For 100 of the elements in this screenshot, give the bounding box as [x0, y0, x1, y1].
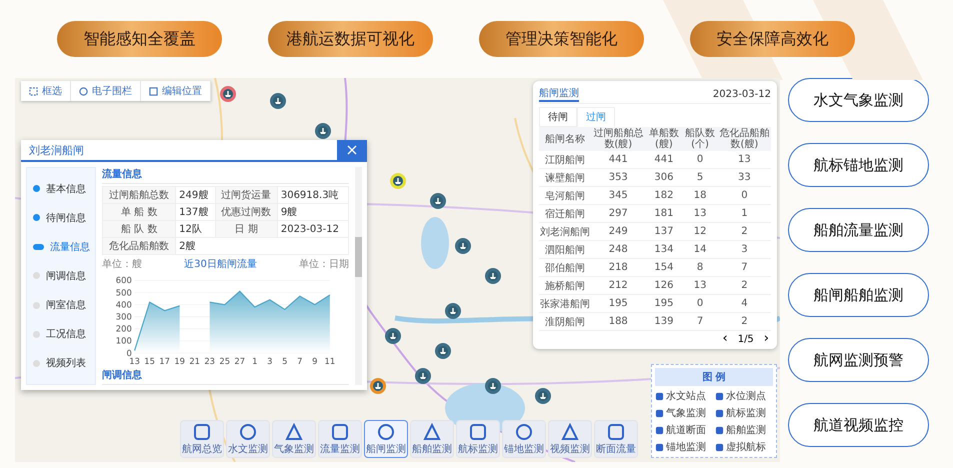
x-axis-label: 15: [144, 356, 155, 366]
map-marker-icon[interactable]: [455, 238, 471, 254]
table-cell: 353: [591, 168, 646, 186]
map-tool-button[interactable]: 框选: [21, 81, 71, 101]
table-cell: 7: [682, 312, 718, 330]
layer-button[interactable]: 断面流量: [594, 420, 638, 458]
map-marker-icon[interactable]: [485, 268, 501, 284]
panel-tab[interactable]: 船闸监测: [539, 86, 579, 102]
table-cell: 181: [646, 204, 682, 222]
step-item[interactable]: 闸调信息: [46, 268, 86, 283]
x-axis-label: 13: [129, 356, 140, 366]
table-cell: 441: [646, 151, 682, 168]
y-axis-label: 400: [116, 299, 132, 310]
scrollbar[interactable]: [355, 167, 362, 385]
panel-date: 2023-03-12: [712, 88, 771, 100]
table-cell: 3: [718, 240, 771, 258]
module-button[interactable]: 船舶流量监测: [788, 208, 929, 252]
map-marker-icon[interactable]: [445, 303, 461, 319]
layer-button[interactable]: 水文监测: [226, 420, 270, 458]
x-axis-label: 23: [204, 356, 216, 366]
table-cell: 泗阳船闸: [539, 240, 591, 258]
layer-button[interactable]: 航标监测: [456, 420, 500, 458]
x-axis-label: 27: [234, 356, 246, 366]
table-cell: 刘老涧船闸: [539, 222, 591, 240]
map-marker-icon[interactable]: [315, 123, 331, 139]
step-item[interactable]: 视频列表: [46, 356, 86, 370]
table-cell: 195: [591, 294, 646, 312]
unit-label: 单位：日期: [298, 258, 349, 271]
unit-label: 单位：艘: [102, 258, 142, 271]
tool-icon: [29, 86, 38, 96]
prev-page-button[interactable]: ‹: [720, 333, 730, 345]
map-marker-icon[interactable]: [390, 173, 406, 189]
layer-button[interactable]: 锚地监测: [502, 420, 546, 458]
module-button[interactable]: 船闸船舶监测: [788, 273, 929, 317]
info-label: 过闸船舶总数: [102, 186, 176, 204]
table-cell: 248: [591, 240, 646, 258]
map-marker-icon[interactable]: [430, 193, 446, 209]
chart-title: 近30日船闸流量: [184, 258, 257, 271]
table-cell: 7: [718, 258, 771, 276]
popup-title: 刘老涧船闸: [28, 142, 84, 158]
close-icon[interactable]: [337, 140, 367, 160]
table-cell: 13: [682, 276, 718, 294]
table-cell: 139: [646, 312, 682, 330]
table-cell: 2: [718, 222, 771, 240]
info-label: 危化品船舶数: [102, 238, 176, 254]
table-cell: 441: [591, 151, 646, 168]
x-axis-label: 25: [219, 356, 230, 366]
layer-button[interactable]: 航网总览: [180, 420, 224, 458]
info-value: 9艘: [277, 204, 348, 220]
table-cell: 0: [682, 151, 718, 168]
sub-tab[interactable]: 过闸: [577, 107, 615, 127]
info-label: 优惠过闸数: [215, 204, 278, 220]
next-page-button[interactable]: ›: [762, 333, 771, 345]
legend-label: 航道断面: [666, 424, 706, 437]
step-item[interactable]: 待闸信息: [46, 210, 86, 225]
legend-label: 水位测点: [726, 390, 766, 403]
feature-pill: 管理决策智能化: [479, 21, 644, 57]
column-header: 过闸船舶总数(艘): [591, 127, 646, 151]
legend-label: 航标监测: [726, 406, 766, 420]
info-value: 137艘: [176, 204, 216, 220]
table-cell: 淮阴船闸: [539, 312, 591, 330]
table-cell: 126: [646, 276, 682, 294]
x-axis-label: 9: [312, 356, 318, 366]
module-button[interactable]: 航道视频监控: [788, 403, 929, 447]
map-tool-button[interactable]: 编辑位置: [141, 81, 211, 101]
info-label: 单 船 数: [102, 204, 176, 220]
map-marker-icon[interactable]: [415, 368, 431, 384]
layer-button[interactable]: 气象监测: [272, 420, 316, 458]
info-value: 249艘: [176, 186, 216, 204]
map-marker-icon[interactable]: [535, 388, 551, 404]
step-item[interactable]: 流量信息: [50, 240, 90, 254]
step-item[interactable]: 基本信息: [46, 182, 86, 196]
map-marker-icon[interactable]: [270, 93, 286, 109]
table-cell: 13: [682, 204, 718, 222]
map-tool-button[interactable]: 电子围栏: [71, 81, 141, 101]
table-cell: 188: [591, 312, 646, 330]
step-item[interactable]: 工况信息: [46, 327, 86, 342]
sub-tab[interactable]: 待闸: [539, 107, 577, 127]
info-value: 2艘: [176, 238, 348, 254]
x-axis-label: 3: [267, 356, 272, 366]
table-cell: 2: [718, 312, 771, 330]
layer-button[interactable]: 视频监测: [548, 420, 592, 458]
map-marker-icon[interactable]: [385, 328, 401, 344]
table-cell: 谏壁船闸: [539, 168, 591, 186]
map-marker-icon[interactable]: [370, 378, 386, 394]
module-button[interactable]: 航标锚地监测: [788, 143, 929, 187]
map-marker-icon[interactable]: [220, 86, 236, 102]
legend-label: 气象监测: [666, 406, 706, 420]
layer-button[interactable]: 船舶监测: [410, 420, 454, 458]
map-marker-icon[interactable]: [485, 378, 501, 394]
layer-button[interactable]: 船闸监测: [364, 420, 408, 458]
layer-button[interactable]: 流量监测: [318, 420, 362, 458]
module-button[interactable]: 水文气象监测: [788, 78, 929, 122]
map-marker-icon[interactable]: [435, 343, 451, 359]
legend-label: 虚拟航标: [726, 440, 766, 454]
triangle-icon: [561, 422, 579, 440]
section-title: 闸调信息: [102, 368, 349, 385]
step-item[interactable]: 闸室信息: [46, 298, 86, 312]
square-icon: [331, 422, 349, 440]
module-button[interactable]: 航网监测预警: [788, 338, 929, 382]
